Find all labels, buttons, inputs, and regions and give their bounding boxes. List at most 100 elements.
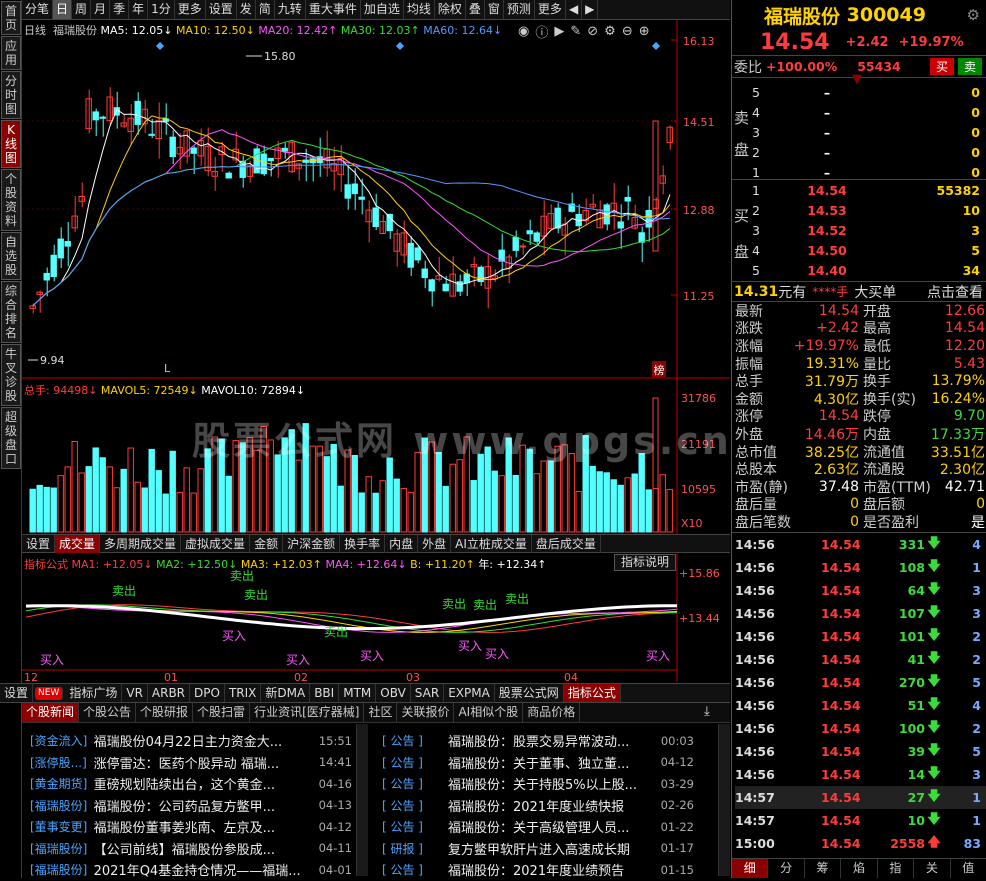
toolbar-item-6[interactable]: 1分	[148, 0, 175, 19]
volume-tab-0[interactable]: 设置	[22, 534, 56, 553]
panel-tab-1[interactable]: 分	[768, 859, 805, 878]
volume-tab-3[interactable]: 虚拟成交量	[181, 534, 251, 553]
left-tab-4[interactable]: 个股资料	[1, 169, 21, 231]
volume-tab-4[interactable]: 金额	[250, 534, 284, 553]
volume-tab-9[interactable]: AI立桩成交量	[451, 534, 532, 553]
news-item[interactable]: [ 公告 ] 福瑞股份：关于董事、独立董... 04-12	[382, 752, 706, 774]
kline-chart[interactable]: 16.1314.5112.8811.25317862119110595X10+1…	[22, 20, 730, 682]
indicator-tab-5[interactable]: DPO	[190, 684, 225, 702]
prev-arrow-icon[interactable]: ◀	[566, 0, 583, 19]
panel-tab-0[interactable]: 细	[732, 859, 769, 878]
panel-tab-4[interactable]: 指	[878, 859, 915, 878]
panel-tab-3[interactable]: 焰	[841, 859, 878, 878]
panel-tab-5[interactable]: 关	[914, 859, 951, 878]
volume-tab-1[interactable]: 成交量	[55, 534, 101, 553]
panel-tab-2[interactable]: 筹	[805, 859, 842, 878]
news-item[interactable]: [ 公告 ] 福瑞股份：2021年度业绩预告 01-15	[382, 859, 706, 881]
toolbar-item-15[interactable]: 除权	[435, 0, 466, 19]
indicator-tab-12[interactable]: EXPMA	[444, 684, 495, 702]
indicator-tab-3[interactable]: VR	[122, 684, 148, 702]
toolbar-item-0[interactable]: 分笔	[22, 0, 54, 19]
indicator-tab-7[interactable]: 新DMA	[261, 684, 311, 702]
toolbar-item-3[interactable]: 月	[91, 0, 111, 19]
download-icon[interactable]: ⤓	[704, 704, 710, 719]
left-tab-2[interactable]: 分时图	[1, 71, 21, 119]
big-order-link[interactable]: 点击查看	[927, 282, 983, 302]
news-tab-4[interactable]: 行业资讯[医疗器械]	[250, 703, 365, 722]
toolbar-item-18[interactable]: 预测	[504, 0, 535, 19]
volume-tab-7[interactable]: 内盘	[385, 534, 419, 553]
toolbar-item-19[interactable]: 更多	[535, 0, 566, 19]
volume-tab-2[interactable]: 多周期成交量	[100, 534, 182, 553]
indicator-tab-8[interactable]: BBI	[310, 684, 340, 702]
news-item[interactable]: [资金流入] 福瑞股份04月22日主力资金大... 15:51	[30, 730, 352, 752]
news-scrollbar-right[interactable]	[718, 724, 730, 876]
toolbar-item-1[interactable]: 日	[53, 0, 73, 19]
indicator-tab-6[interactable]: TRIX	[225, 684, 262, 702]
indicator-tab-9[interactable]: MTM	[339, 684, 377, 702]
sell-button[interactable]: 卖	[957, 58, 982, 75]
left-tab-0[interactable]: 首页	[1, 1, 21, 35]
news-tab-0[interactable]: 个股新闻	[22, 703, 80, 722]
toolbar-item-7[interactable]: 更多	[175, 0, 206, 19]
news-item[interactable]: [ 公告 ] 福瑞股份：2021年度业绩快报 02-26	[382, 795, 706, 817]
left-tab-8[interactable]: 超级盘口	[1, 407, 21, 469]
news-tab-5[interactable]: 社区	[364, 703, 398, 722]
indicator-tab-11[interactable]: SAR	[411, 684, 445, 702]
news-item[interactable]: [福瑞股份] 【公司前线】福瑞股份参股成... 04-11	[30, 838, 352, 860]
plus-icon[interactable]: ⊕	[639, 24, 650, 39]
news-tab-6[interactable]: 关联报价	[397, 703, 455, 722]
news-item[interactable]: [福瑞股份] 福瑞股份：公司药品复方鳖甲... 04-13	[30, 795, 352, 817]
toolbar-item-11[interactable]: 九转	[275, 0, 306, 19]
left-tab-7[interactable]: 牛叉诊股	[1, 344, 21, 406]
toolbar-item-14[interactable]: 均线	[404, 0, 435, 19]
next-arrow-icon[interactable]: ▶	[582, 0, 599, 19]
news-item[interactable]: [福瑞股份] 2021年Q4基金持仓情况——福瑞... 04-01	[30, 859, 352, 881]
eye-icon[interactable]: ◉	[518, 24, 529, 39]
toolbar-item-16[interactable]: 叠	[466, 0, 485, 19]
toolbar-item-13[interactable]: 加自选	[361, 0, 404, 19]
toolbar-item-17[interactable]: 窗	[485, 0, 504, 19]
news-item[interactable]: [ 公告 ] 福瑞股份：关于高级管理人员... 01-22	[382, 816, 706, 838]
toolbar-item-4[interactable]: 季	[110, 0, 130, 19]
news-tab-8[interactable]: 商品价格	[523, 703, 581, 722]
indicator-tab-4[interactable]: ARBR	[148, 684, 191, 702]
indicator-tab-0[interactable]: 设置	[0, 684, 34, 702]
news-item[interactable]: [ 公告 ] 福瑞股份：股票交易异常波动... 00:03	[382, 730, 706, 752]
news-item[interactable]: [ 研报 ] 复方鳖甲软肝片进入高速成长期 01-17	[382, 838, 706, 860]
buy-button[interactable]: 买	[929, 58, 954, 75]
volume-tab-6[interactable]: 换手率	[340, 534, 386, 553]
news-item[interactable]: [黄金期货] 重磅规划陆续出台，这个黄金... 04-16	[30, 773, 352, 795]
indicator-tab-13[interactable]: 股票公式网	[495, 684, 564, 702]
left-tab-1[interactable]: 应用	[1, 36, 21, 70]
news-tab-2[interactable]: 个股研报	[136, 703, 194, 722]
indicator-tab-2[interactable]: 指标广场	[65, 684, 123, 702]
left-tab-6[interactable]: 综合排名	[1, 281, 21, 343]
pen-icon[interactable]: ✎	[570, 24, 581, 39]
news-scrollbar-left[interactable]	[356, 724, 368, 876]
toolbar-item-8[interactable]: 设置	[206, 0, 237, 19]
panel-tab-6[interactable]: 值	[951, 859, 986, 878]
news-item[interactable]: [董事变更] 福瑞股份董事姜兆南、左京及... 04-12	[30, 816, 352, 838]
settings-icon[interactable]: ⚙	[604, 24, 616, 39]
gear-icon[interactable]: ⚙	[967, 6, 980, 24]
toolbar-item-12[interactable]: 重大事件	[306, 0, 361, 19]
news-item[interactable]: [ 公告 ] 福瑞股份：关于持股5%以上股... 03-29	[382, 773, 706, 795]
news-item[interactable]: [涨停股...] 涨停雷达：医药个股异动 福瑞... 14:41	[30, 752, 352, 774]
hide-icon[interactable]: ⊘	[587, 24, 598, 39]
indicator-tab-14[interactable]: 指标公式	[563, 684, 621, 702]
left-tab-3[interactable]: K线图	[1, 120, 21, 168]
indicator-help-button[interactable]: 指标说明	[614, 554, 677, 571]
info-icon[interactable]: ⓘ	[535, 22, 548, 41]
news-tab-7[interactable]: AI相似个股	[454, 703, 524, 722]
volume-tab-10[interactable]: 盘后成交量	[532, 534, 601, 553]
indicator-tab-10[interactable]: OBV	[376, 684, 411, 702]
minus-icon[interactable]: ⊖	[622, 24, 633, 39]
toolbar-item-9[interactable]: 发	[237, 0, 256, 19]
toolbar-item-10[interactable]: 简	[256, 0, 275, 19]
toolbar-item-5[interactable]: 年	[129, 0, 149, 19]
volume-tab-8[interactable]: 外盘	[418, 534, 452, 553]
news-tab-3[interactable]: 个股扫雷	[193, 703, 251, 722]
volume-tab-5[interactable]: 沪深金额	[283, 534, 341, 553]
left-tab-5[interactable]: 自选股	[1, 232, 21, 280]
